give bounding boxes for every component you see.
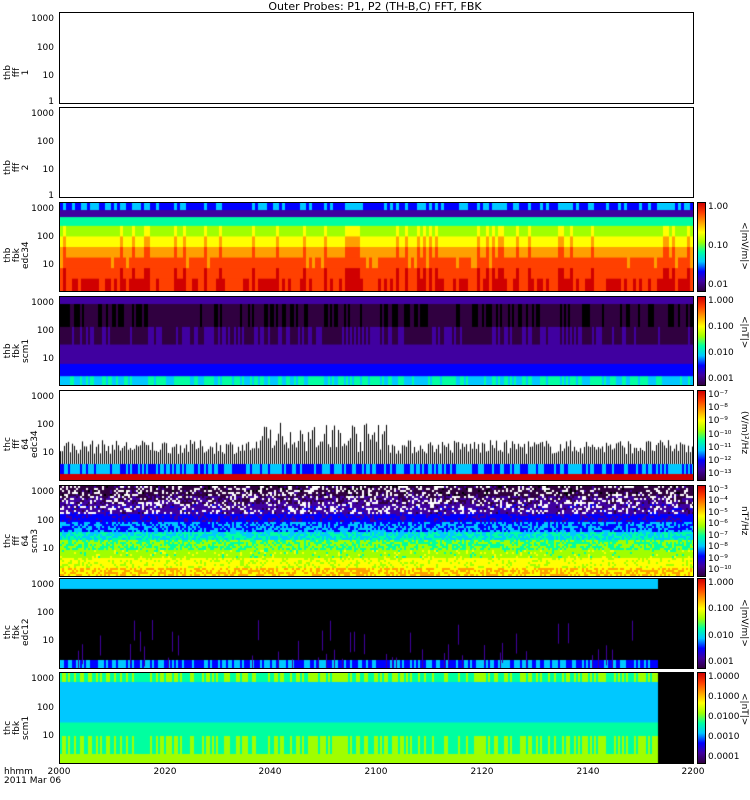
y-tick-label: 100 (36, 231, 54, 242)
spectrogram-panel-4 (59, 296, 694, 386)
colorbar-tick-label: 0.010 (708, 348, 734, 358)
y-tick-label: 100 (36, 515, 54, 526)
spectrogram-image-5 (60, 391, 693, 480)
colorbar-tick-label: 10⁻⁸ (708, 542, 728, 553)
colorbar-tick-label: 10⁻⁷ (708, 530, 728, 541)
colorbar-tick-label: 10⁻⁸ (708, 403, 728, 414)
spectrogram-panel-5 (59, 390, 694, 481)
colorbar-title-7: <|mV/m|> (739, 598, 749, 647)
y-tick-label: 1000 (31, 204, 54, 215)
colorbar-7 (697, 578, 706, 669)
colorbar-tick-label: 0.001 (708, 374, 734, 384)
colorbar-tick-label: 10⁻⁵ (708, 507, 728, 518)
spectrogram-panel-8 (59, 672, 694, 764)
x-tick-label: 2040 (258, 767, 282, 777)
spectrogram-image-6 (60, 486, 693, 576)
y-tick-label: 1000 (31, 14, 54, 25)
colorbar-5 (697, 390, 706, 481)
colorbar-tick-label: 0.0010 (708, 732, 740, 742)
y-tick-label: 100 (36, 137, 54, 148)
y-tick-label: 100 (36, 420, 54, 431)
colorbar-tick-label: 0.1000 (708, 692, 740, 702)
spectrogram-panel-1 (59, 12, 694, 104)
y-tick-label: 1000 (31, 580, 54, 591)
colorbar-title-3: <|mV/m|> (739, 222, 749, 270)
colorbar-tick-label: 10⁻⁷ (708, 390, 728, 400)
y-tick-label: 10 (42, 543, 54, 554)
spectrogram-panel-2 (59, 107, 694, 198)
y-tick-label: 1000 (31, 674, 54, 685)
x-tick-label: 2120 (470, 767, 494, 777)
colorbar-tick-label: 10⁻¹⁰ (708, 429, 732, 440)
x-tick-label: 2200 (681, 767, 705, 777)
y-tick-label: 10 (42, 165, 54, 176)
y-tick-label: 10 (42, 259, 54, 270)
colorbar-8 (697, 672, 706, 764)
x-tick-label: 2020 (153, 767, 177, 777)
y-tick-label: 100 (36, 702, 54, 713)
colorbar-tick-label: 0.01 (708, 280, 729, 290)
y-tick-label: 10 (42, 636, 54, 647)
colorbar-title-5: (V/m)²/Hz (739, 410, 749, 454)
colorbar-tick-label: 10⁻³ (708, 485, 728, 495)
colorbar-tick-label: 1.00 (708, 202, 729, 212)
colorbar-title-6: nT²/Hz (739, 506, 749, 536)
colorbar-tick-label: 10⁻¹¹ (708, 442, 732, 453)
colorbar-tick-label: 1.000 (708, 578, 734, 588)
colorbar-tick-label: 10⁻¹⁰ (708, 565, 732, 575)
colorbar-tick-label: 0.0100 (708, 712, 740, 722)
colorbar-title-4: <|nT|> (739, 316, 749, 349)
colorbar-tick-label: 0.100 (708, 322, 734, 332)
colorbar-tick-label: 10⁻⁴ (708, 496, 728, 507)
colorbar-4 (697, 296, 706, 386)
x-axis-label-date: 2011 Mar 06 (4, 776, 62, 786)
y-tick-label: 100 (36, 608, 54, 619)
colorbar-tick-label: 0.010 (708, 630, 734, 641)
spectrogram-panel-3 (59, 202, 694, 292)
spectrogram-image-1 (60, 13, 693, 103)
colorbar-tick-label: 0.0001 (708, 752, 740, 762)
colorbar-6 (697, 485, 706, 577)
y-tick-label: 1 (48, 191, 54, 202)
y-tick-label: 100 (36, 42, 54, 53)
colorbar-tick-label: 10⁻¹² (708, 455, 732, 466)
colorbar-tick-label: 1.000 (708, 296, 734, 306)
x-tick-label: 2100 (364, 767, 388, 777)
y-tick-label: 10 (42, 70, 54, 81)
y-tick-label: 10 (42, 730, 54, 741)
y-tick-label: 100 (36, 325, 54, 336)
colorbar-tick-label: 1.0000 (708, 672, 740, 682)
colorbar-3 (697, 202, 706, 292)
y-tick-label: 1 (48, 97, 54, 108)
spectrogram-image-7 (60, 579, 693, 668)
spectrogram-image-2 (60, 108, 693, 197)
colorbar-tick-label: 0.001 (708, 657, 734, 667)
colorbar-tick-label: 10⁻⁹ (708, 416, 728, 427)
colorbar-tick-label: 10⁻⁹ (708, 553, 728, 564)
y-tick-label: 1000 (31, 109, 54, 120)
colorbar-tick-label: 0.100 (708, 604, 734, 615)
y-tick-label: 10 (42, 353, 54, 364)
colorbar-tick-label: 10⁻⁶ (708, 519, 728, 530)
spectrogram-image-4 (60, 297, 693, 385)
spectrogram-image-8 (60, 673, 693, 763)
spectrogram-panel-7 (59, 578, 694, 669)
y-tick-label: 1000 (31, 487, 54, 498)
colorbar-tick-label: 0.10 (708, 241, 729, 251)
colorbar-tick-label: 10⁻¹³ (708, 469, 732, 479)
spectrogram-panel-6 (59, 485, 694, 577)
x-tick-label: 2140 (576, 767, 600, 777)
y-tick-label: 1000 (31, 298, 54, 309)
y-tick-label: 1000 (31, 392, 54, 403)
y-tick-label: 10 (42, 448, 54, 459)
colorbar-title-8: <|nT|> (739, 693, 749, 726)
spectrogram-image-3 (60, 203, 693, 291)
